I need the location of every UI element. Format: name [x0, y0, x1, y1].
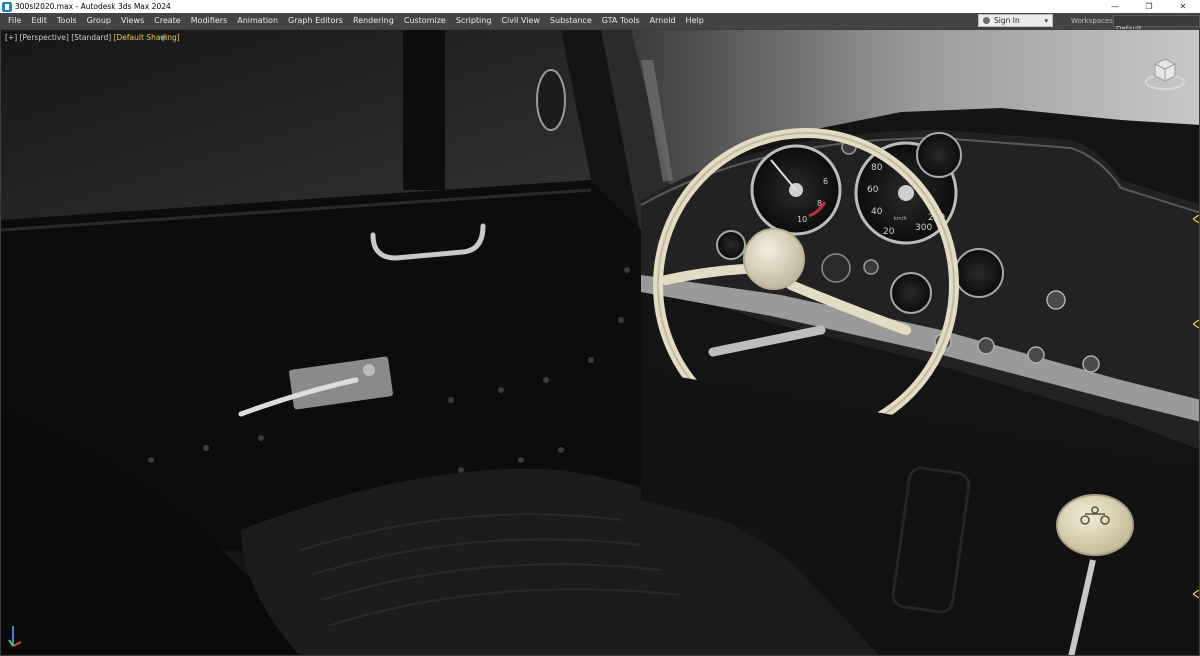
chevron-down-icon: ▾: [1044, 17, 1048, 25]
viewport-edge-marker-icon: [1193, 320, 1199, 328]
side-mirror: [536, 69, 566, 131]
viewport-scene[interactable]: 6 8 10 80 60 40 20 280 300 km/h: [1, 30, 1200, 656]
speedo-label-300: 300: [915, 223, 932, 233]
gear-knob: [1056, 494, 1134, 556]
tach-label-6: 6: [823, 177, 828, 186]
menu-civil-view[interactable]: Civil View: [496, 13, 545, 29]
close-button[interactable]: ✕: [1166, 0, 1200, 13]
menu-create[interactable]: Create: [149, 13, 186, 29]
workspace-select[interactable]: Default: [1113, 15, 1200, 33]
minimize-button[interactable]: —: [1098, 0, 1132, 13]
menu-scripting[interactable]: Scripting: [451, 13, 497, 29]
menu-views[interactable]: Views: [116, 13, 149, 29]
viewport-edge-marker-icon: [1193, 215, 1199, 223]
menu-edit[interactable]: Edit: [26, 13, 52, 29]
tach-label-10: 10: [797, 215, 807, 224]
user-icon: [983, 17, 990, 24]
menu-help[interactable]: Help: [681, 13, 709, 29]
restore-button[interactable]: ❐: [1132, 0, 1166, 13]
window-title: 300sl2020.max - Autodesk 3ds Max 2024: [15, 2, 171, 11]
axis-tripod-icon: [8, 626, 22, 647]
horn-button: [743, 228, 805, 290]
viewport-label[interactable]: [+] [Perspective] [Standard] [Default Sh…: [5, 33, 180, 42]
menu-file[interactable]: File: [0, 13, 26, 29]
sign-in-label: Sign In: [994, 16, 1020, 25]
speedo-label-40: 40: [871, 207, 883, 217]
menu-animation[interactable]: Animation: [232, 13, 283, 29]
speedo-label-20: 20: [883, 227, 895, 237]
viewcube-icon[interactable]: [1144, 52, 1186, 94]
window-controls: — ❐ ✕: [1098, 0, 1200, 13]
menu-gta-tools[interactable]: GTA Tools: [597, 13, 645, 29]
menu-group[interactable]: Group: [82, 13, 116, 29]
viewport-shading-mode[interactable]: [Default Shading]: [114, 33, 180, 42]
workspaces-label: Workspaces:: [1071, 17, 1116, 25]
tachometer-gauge: 6 8 10: [750, 144, 842, 236]
menu-substance[interactable]: Substance: [545, 13, 597, 29]
sign-in-dropdown[interactable]: Sign In ▾: [978, 14, 1053, 27]
speedo-label-60: 60: [867, 185, 879, 195]
viewport-standard[interactable]: [Standard]: [71, 33, 111, 42]
menu-tools[interactable]: Tools: [52, 13, 82, 29]
menu-graph-editors[interactable]: Graph Editors: [283, 13, 348, 29]
speedo-unit: km/h: [894, 216, 907, 222]
window-frame-post: [403, 30, 445, 190]
filter-icon[interactable]: ▼: [160, 34, 166, 43]
menu-rendering[interactable]: Rendering: [348, 13, 399, 29]
speedo-label-80: 80: [871, 163, 883, 173]
viewport-edge-marker-icon: [1193, 590, 1199, 598]
viewport-point-of-view[interactable]: [Perspective]: [20, 33, 69, 42]
3dsmax-app-icon[interactable]: [2, 1, 12, 12]
menu-customize[interactable]: Customize: [399, 13, 451, 29]
title-bar: 300sl2020.max - Autodesk 3ds Max 2024 — …: [0, 0, 1200, 13]
perspective-viewport[interactable]: 6 8 10 80 60 40 20 280 300 km/h [+] [Per…: [0, 29, 1200, 656]
viewport-menu-plus[interactable]: [+]: [5, 33, 17, 42]
menu-modifiers[interactable]: Modifiers: [186, 13, 233, 29]
menu-arnold[interactable]: Arnold: [645, 13, 681, 29]
